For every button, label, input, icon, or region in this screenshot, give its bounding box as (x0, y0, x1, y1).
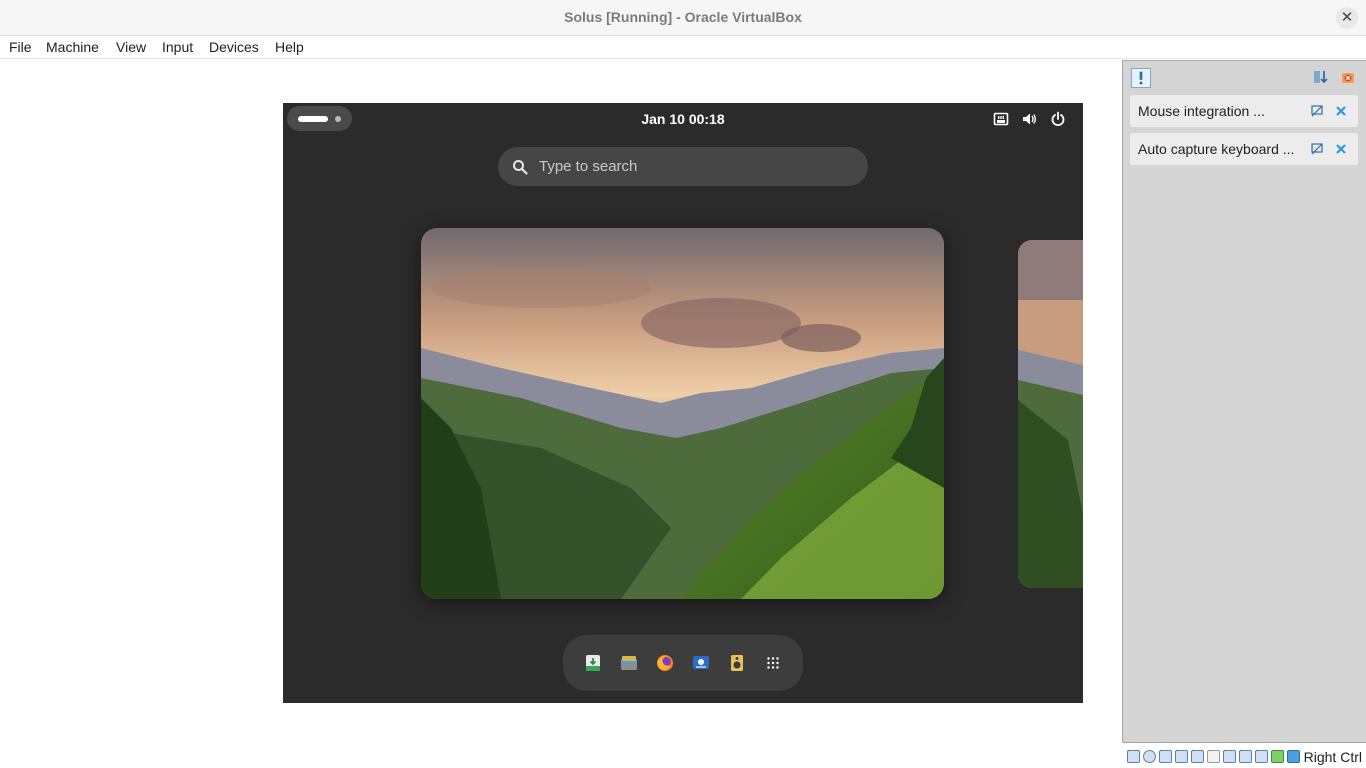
firefox-icon[interactable] (655, 653, 675, 673)
virtualization-icon[interactable] (1271, 750, 1284, 763)
power-icon[interactable] (1050, 111, 1066, 127)
workspace-thumbnail-next[interactable] (1018, 240, 1083, 588)
menu-bar: File Machine View Input Devices Help (0, 36, 1366, 59)
notice-mouse-integration: Mouse integration ... (1130, 95, 1358, 127)
network-wired-icon[interactable] (993, 111, 1009, 127)
network-icon[interactable] (1175, 750, 1188, 763)
menu-file[interactable]: File (9, 39, 32, 55)
clock[interactable]: Jan 10 00:18 (283, 111, 1083, 127)
search-icon (513, 160, 528, 175)
search-field[interactable]: Type to search (498, 147, 868, 186)
do-not-show-again-icon[interactable] (1311, 105, 1323, 117)
wallpaper-image-next (1018, 240, 1083, 588)
volume-icon[interactable] (1021, 111, 1037, 127)
guest-display[interactable]: Jan 10 00:18 Type to search (283, 103, 1083, 703)
notification-center-header (1123, 61, 1366, 93)
screenshot-app-icon[interactable] (691, 653, 711, 673)
files-icon[interactable] (619, 653, 639, 673)
guest-top-bar: Jan 10 00:18 (283, 103, 1083, 134)
app-grid-icon[interactable] (763, 653, 783, 673)
optical-drive-icon[interactable] (1143, 750, 1156, 763)
menu-view[interactable]: View (116, 39, 146, 55)
window-titlebar: Solus [Running] - Oracle VirtualBox ✕ (0, 0, 1366, 36)
sort-notifications-icon[interactable] (1313, 69, 1329, 85)
close-notice-icon[interactable] (1335, 143, 1347, 155)
notice-auto-capture-keyboard: Auto capture keyboard ... (1130, 133, 1358, 165)
do-not-show-again-icon[interactable] (1311, 143, 1323, 155)
display-icon[interactable] (1223, 750, 1236, 763)
wallpaper-image (421, 228, 944, 599)
menu-help[interactable]: Help (275, 39, 304, 55)
close-notice-icon[interactable] (1335, 105, 1347, 117)
notice-label: Auto capture keyboard ... (1138, 141, 1295, 157)
menu-devices[interactable]: Devices (209, 39, 259, 55)
notification-center-panel: Mouse integration ... Auto capture keybo… (1122, 60, 1366, 743)
hard-disk-icon[interactable] (1127, 750, 1140, 763)
dismiss-all-icon[interactable] (1340, 69, 1356, 85)
menu-input[interactable]: Input (162, 39, 193, 55)
host-key-label[interactable]: Right Ctrl (1304, 749, 1362, 765)
software-center-icon[interactable] (583, 653, 603, 673)
dash-bar (563, 635, 803, 691)
cpu-icon[interactable] (1255, 750, 1268, 763)
usb-icon[interactable] (1191, 750, 1204, 763)
mouse-integration-icon[interactable] (1287, 750, 1300, 763)
search-placeholder: Type to search (539, 158, 638, 175)
notice-label: Mouse integration ... (1138, 103, 1265, 119)
menu-machine[interactable]: Machine (46, 39, 99, 55)
window-title: Solus [Running] - Oracle VirtualBox (564, 9, 802, 25)
status-bar: Right Ctrl (1122, 747, 1366, 768)
close-window-button[interactable]: ✕ (1336, 7, 1358, 29)
notification-center-toggle-icon[interactable] (1131, 68, 1151, 88)
shared-folders-icon[interactable] (1207, 750, 1220, 763)
rhythmbox-icon[interactable] (727, 653, 747, 673)
audio-icon[interactable] (1159, 750, 1172, 763)
workspace-thumbnail-current[interactable] (421, 228, 944, 599)
recording-icon[interactable] (1239, 750, 1252, 763)
